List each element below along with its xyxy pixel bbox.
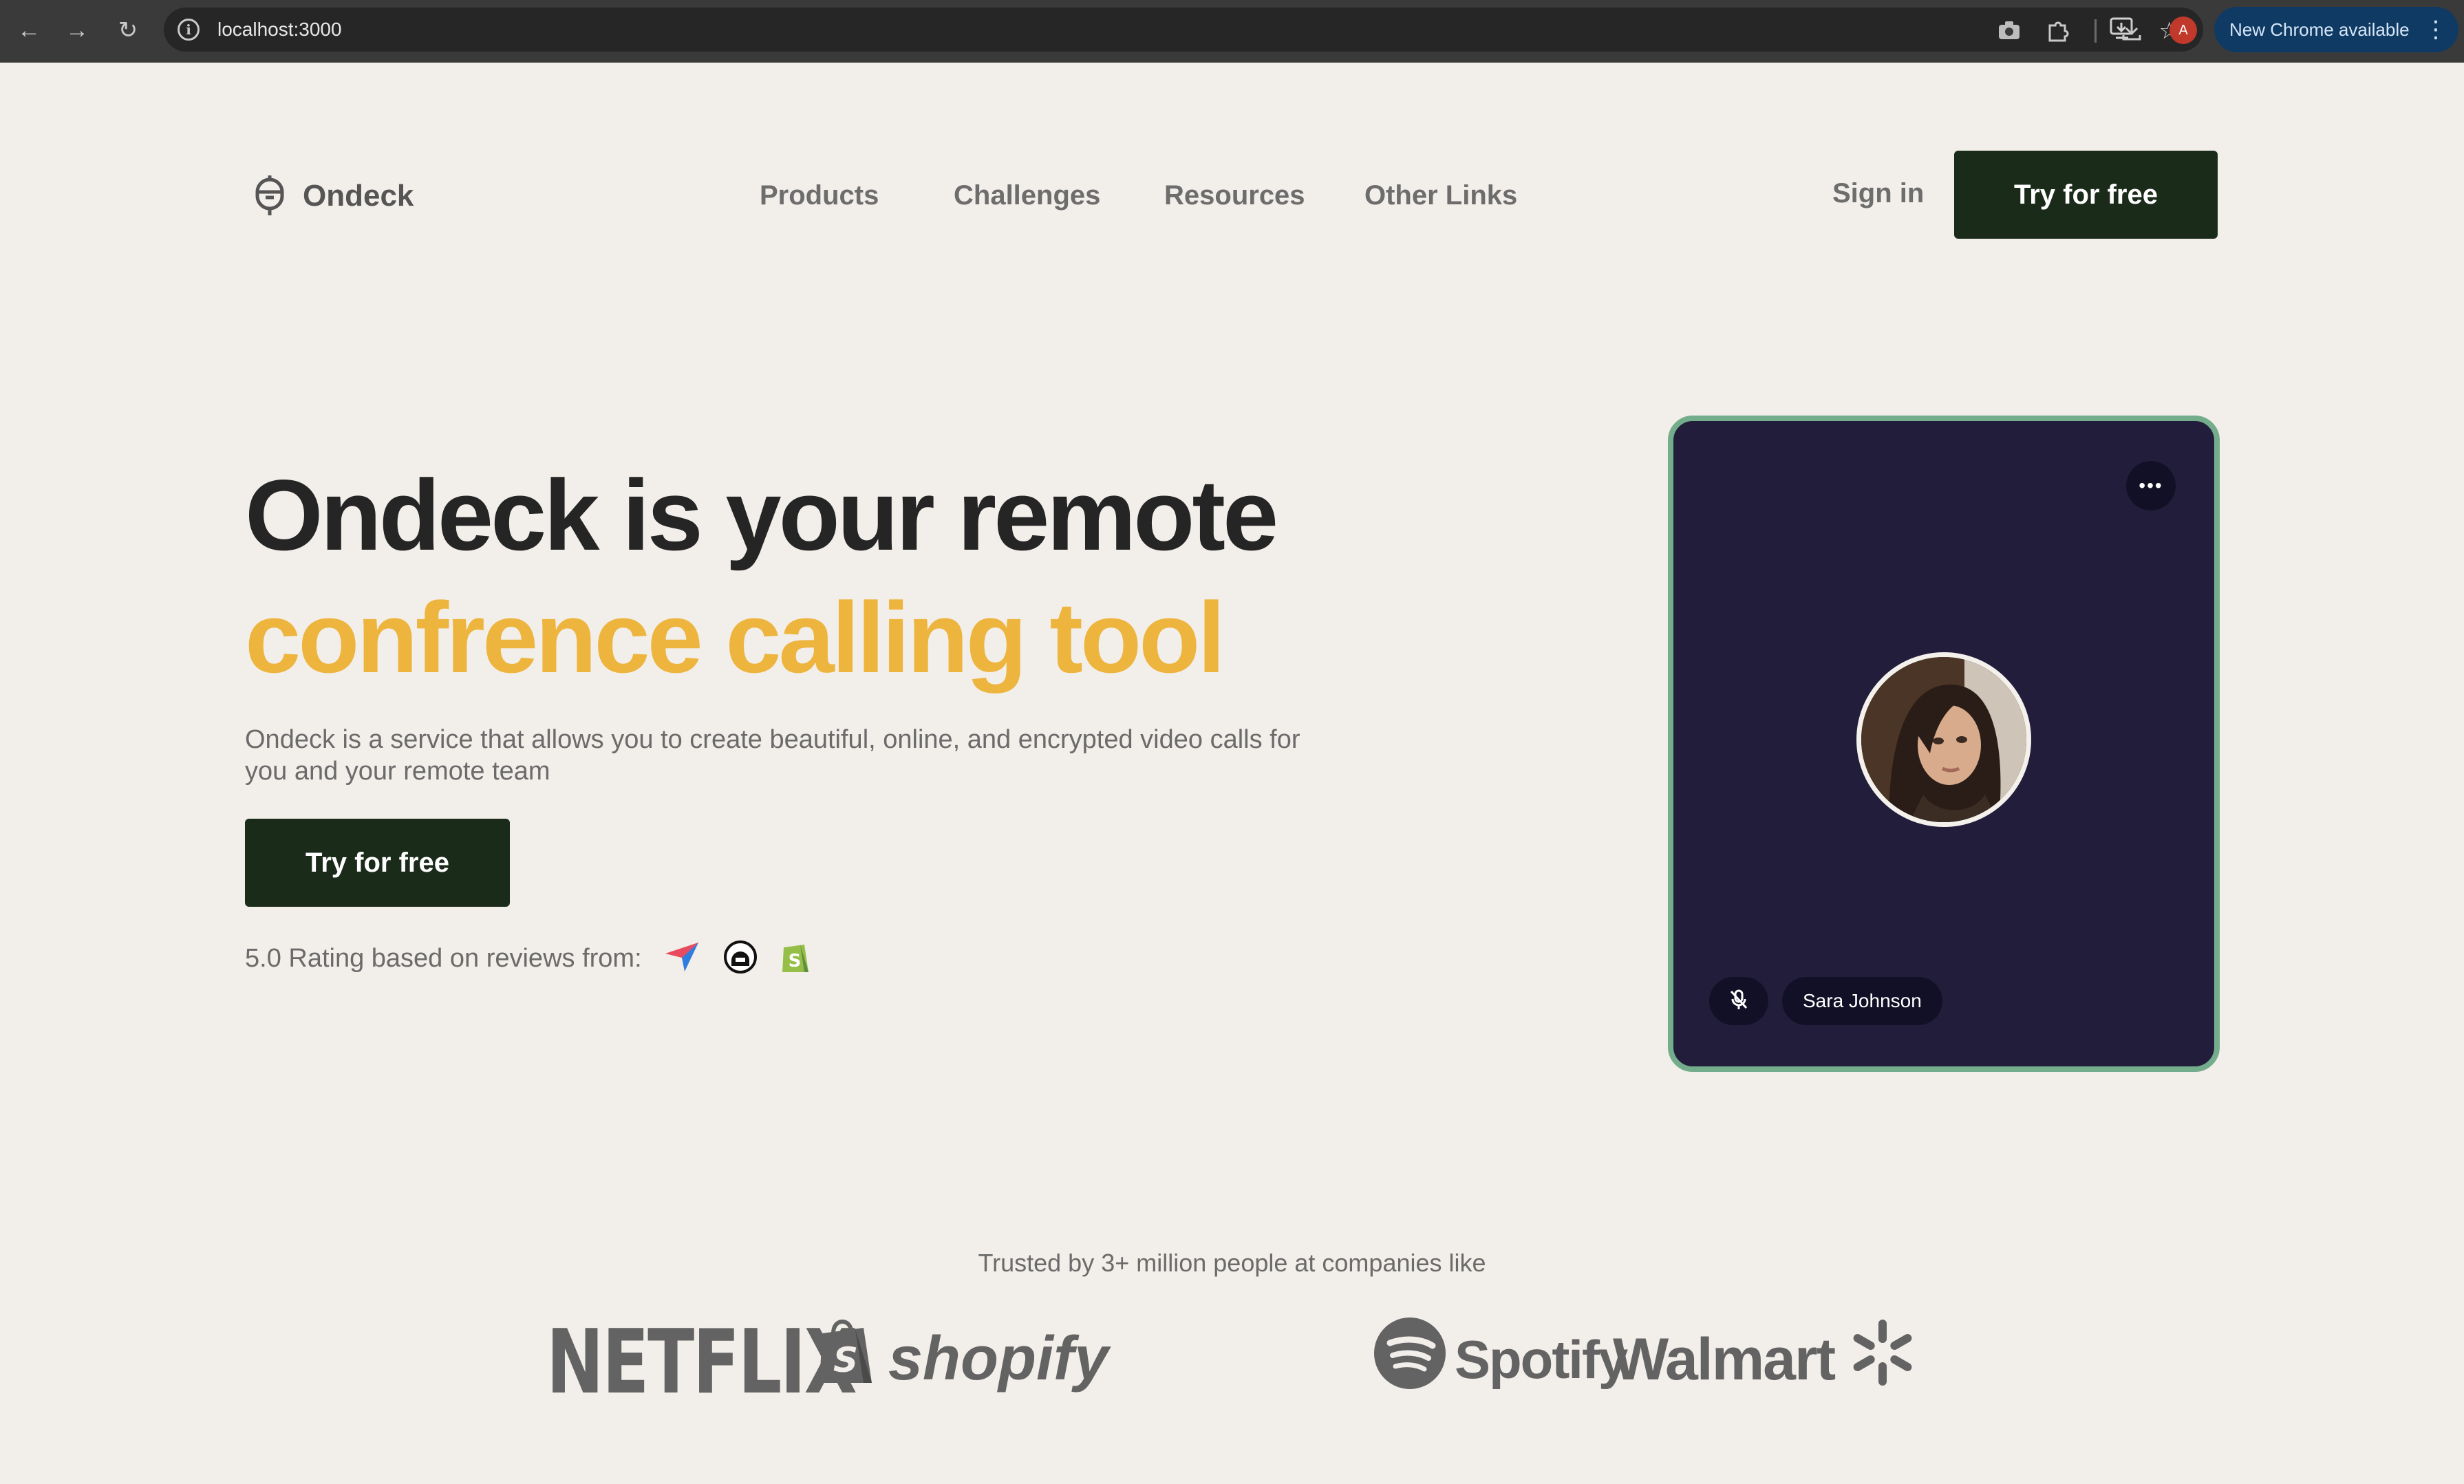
url-text: localhost:3000 xyxy=(217,19,342,40)
address-bar[interactable]: i localhost:3000 ☆ xyxy=(164,8,2203,52)
shopify-review-icon: S xyxy=(780,939,811,978)
update-label: New Chrome available xyxy=(2229,19,2410,40)
shopify-wordmark: shopify xyxy=(888,1324,1109,1393)
walmart-spark-icon xyxy=(1847,1317,1918,1403)
nav-resources[interactable]: Resources xyxy=(1164,180,1305,211)
more-options-button[interactable]: ••• xyxy=(2126,461,2176,510)
participant-avatar xyxy=(1856,652,2031,827)
nav-other-links[interactable]: Other Links xyxy=(1364,180,1517,211)
download-icon[interactable] xyxy=(2117,15,2147,45)
reload-icon[interactable]: ↻ xyxy=(114,17,142,44)
nav-products[interactable]: Products xyxy=(760,180,879,211)
brand-logo[interactable]: Ondeck xyxy=(252,171,414,220)
shopify-bag-icon: S xyxy=(815,1315,877,1402)
participant-name-tag: Sara Johnson xyxy=(1782,977,1942,1025)
site-info-icon[interactable]: i xyxy=(178,19,200,41)
trusted-heading: Trusted by 3+ million people at companie… xyxy=(978,1249,1486,1277)
toolbar-divider xyxy=(2095,19,2097,43)
forward-icon[interactable]: → xyxy=(63,17,91,44)
hero-title-line1: Ondeck is your remote xyxy=(245,459,1278,571)
walmart-logo: Walmart xyxy=(1613,1317,1918,1403)
svg-text:S: S xyxy=(833,1340,858,1380)
sign-in-link[interactable]: Sign in xyxy=(1832,178,1924,209)
back-icon[interactable]: ← xyxy=(15,17,43,44)
hero-description: Ondeck is a service that allows you to c… xyxy=(245,725,1300,786)
shopify-logo: S shopify xyxy=(815,1315,1108,1402)
brand-name: Ondeck xyxy=(303,178,414,213)
chrome-update-button[interactable]: New Chrome available ⋮ xyxy=(2214,7,2458,52)
browser-toolbar: ← → ↻ i localhost:3000 ☆ A New Chrome av… xyxy=(0,0,2464,63)
hero-title-accent: confrence calling tool xyxy=(245,581,1225,693)
svg-text:S: S xyxy=(788,951,801,971)
spotify-circle-icon xyxy=(1373,1317,1446,1403)
walmart-wordmark: Walmart xyxy=(1613,1326,1836,1392)
helmet-review-icon xyxy=(723,940,758,978)
mic-muted-button[interactable] xyxy=(1709,977,1768,1025)
profile-avatar[interactable]: A xyxy=(2170,17,2197,44)
mic-off-icon xyxy=(1728,989,1749,1014)
paper-plane-review-icon xyxy=(664,940,701,978)
camera-icon[interactable] xyxy=(1994,15,2024,45)
extensions-icon[interactable] xyxy=(2042,15,2072,45)
nav-challenges[interactable]: Challenges xyxy=(954,180,1100,211)
hero-title: Ondeck is your remote confrence calling … xyxy=(245,454,1278,699)
header-try-free-button[interactable]: Try for free xyxy=(1954,151,2218,239)
kebab-menu-icon: ⋮ xyxy=(2424,17,2447,43)
microphone-logo-icon xyxy=(252,171,288,220)
rating-row: 5.0 Rating based on reviews from: S xyxy=(245,939,811,978)
video-call-card: ••• Sara Johnson xyxy=(1668,416,2220,1072)
netflix-logo: NETFLIX xyxy=(546,1311,857,1414)
spotify-logo: Spotify xyxy=(1373,1317,1628,1403)
rating-text: 5.0 Rating based on reviews from: xyxy=(245,944,642,973)
hero-try-free-button[interactable]: Try for free xyxy=(245,819,510,907)
spotify-wordmark: Spotify xyxy=(1455,1329,1628,1390)
brand-logos: NETFLIX S shopify Spotify Walmart xyxy=(0,1307,2464,1414)
